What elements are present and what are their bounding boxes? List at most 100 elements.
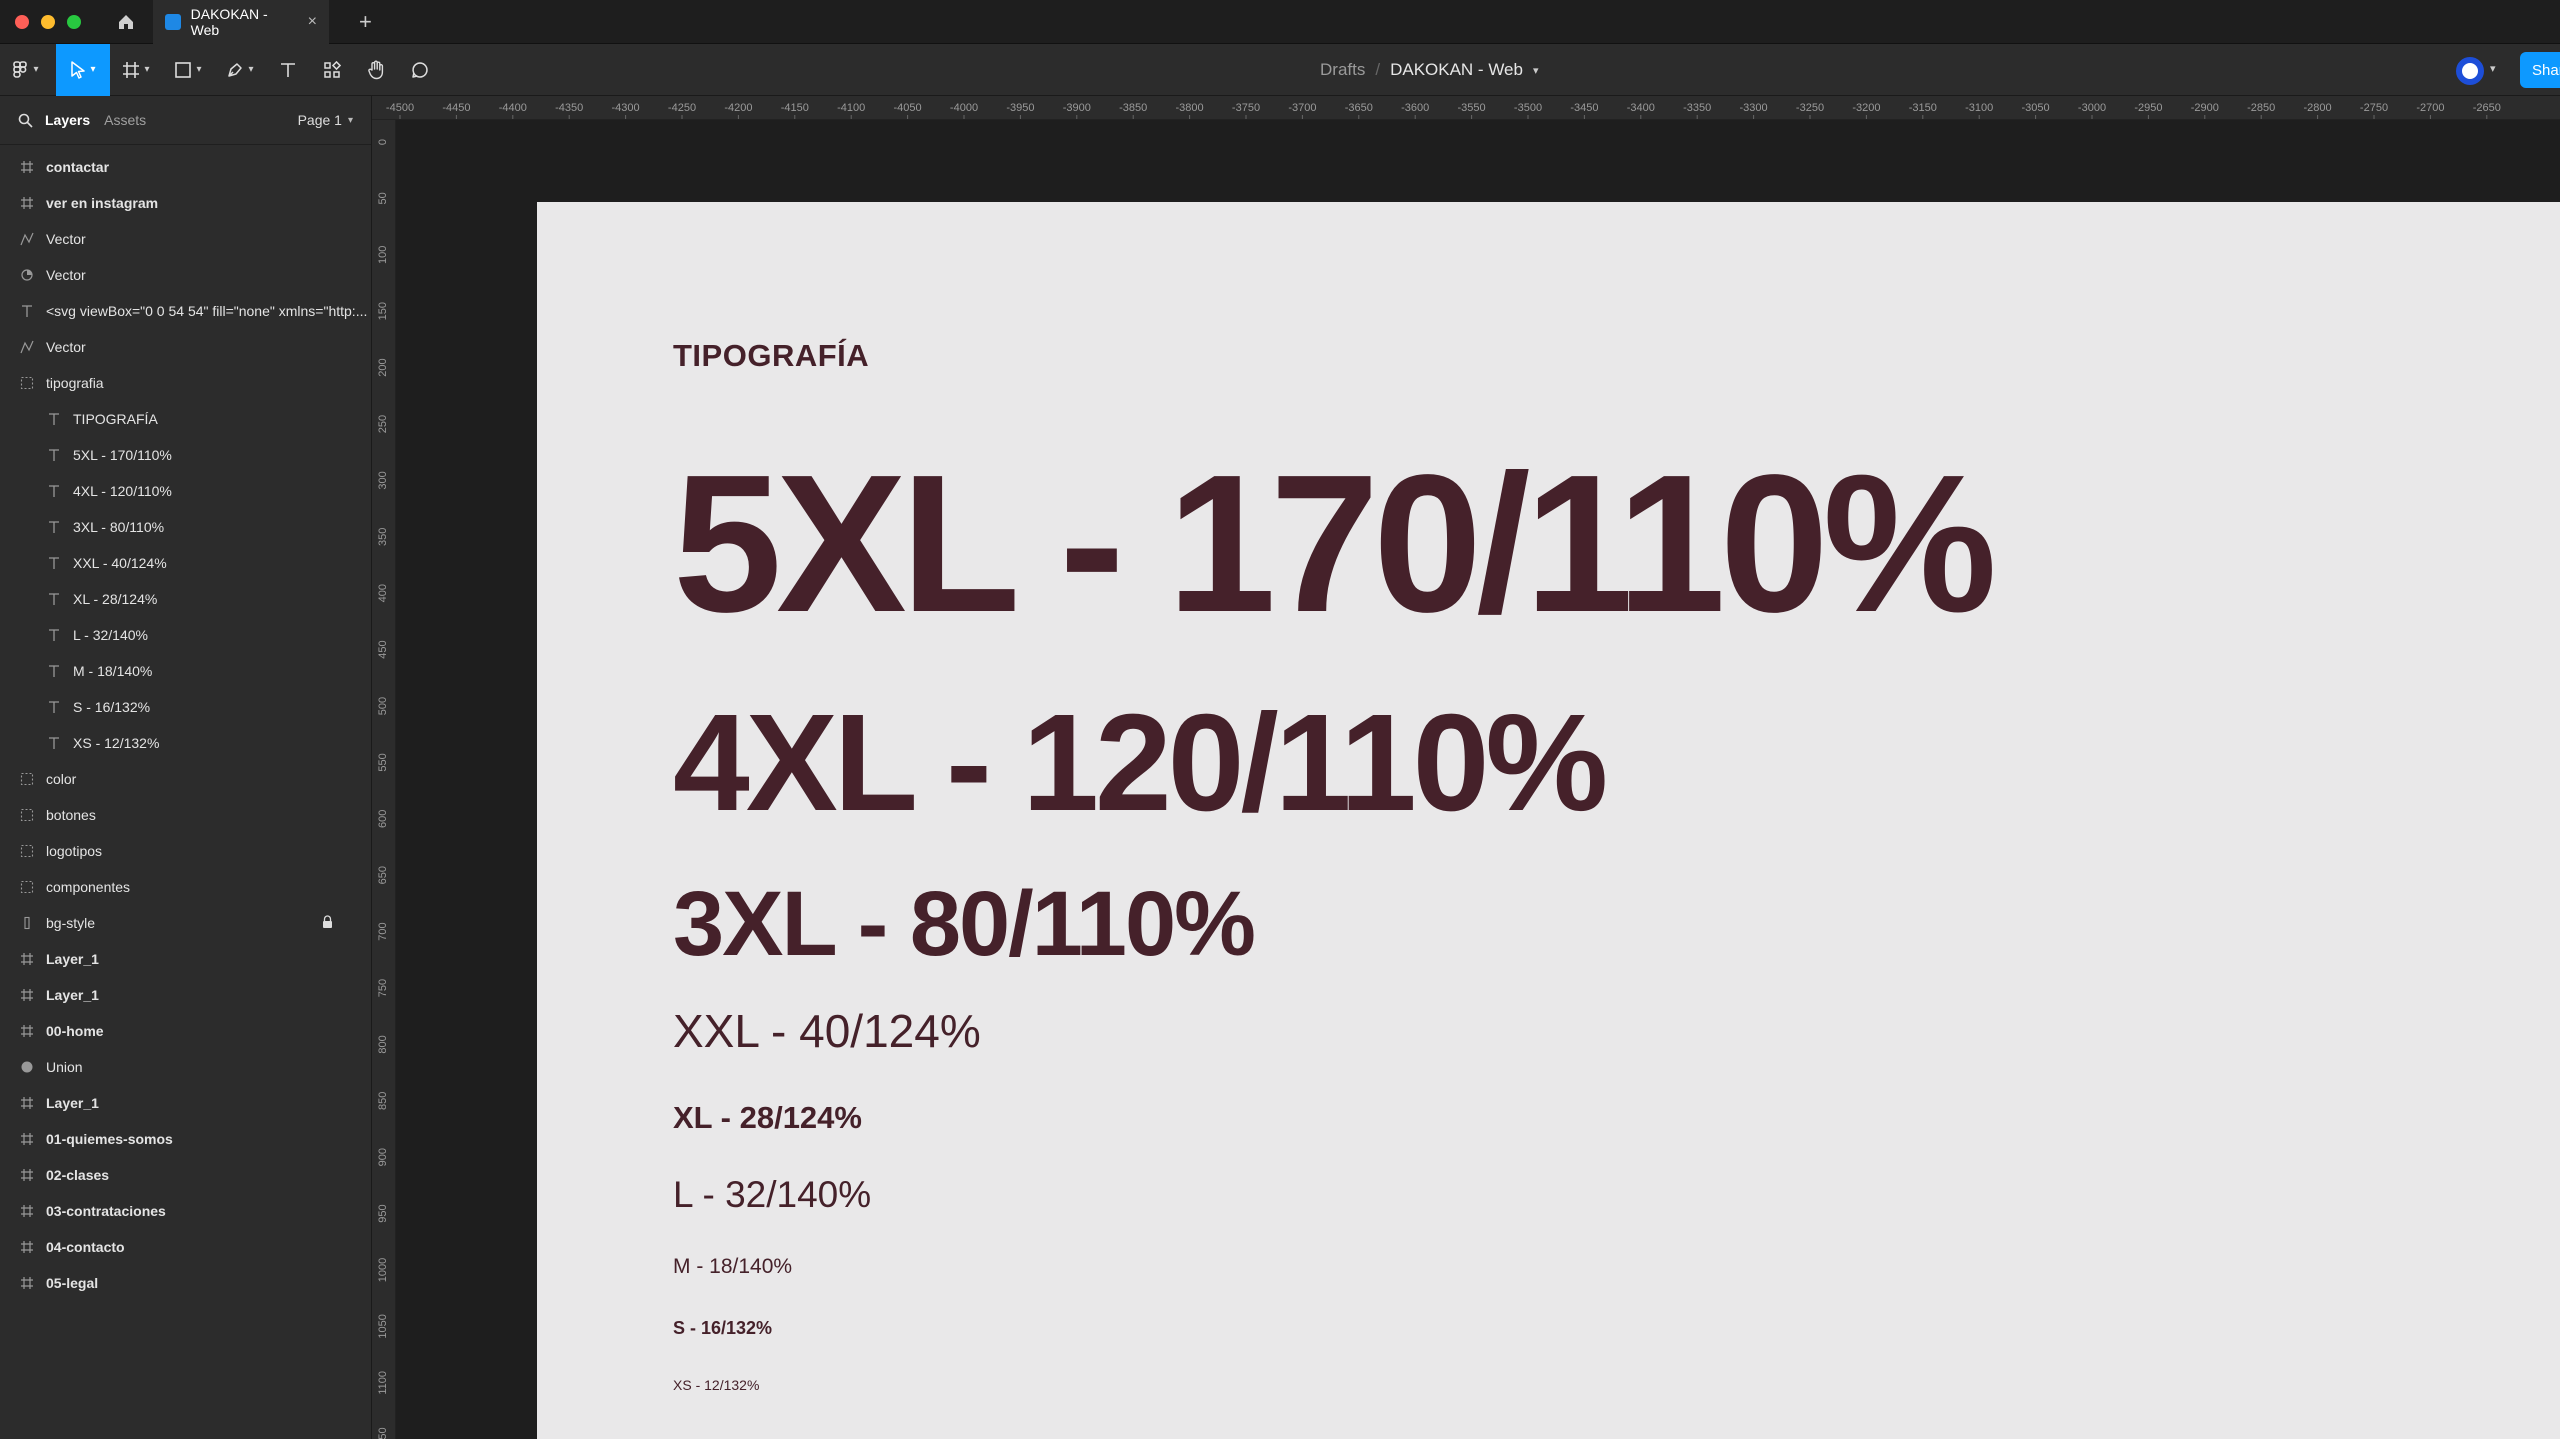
close-window-button[interactable] [15,14,29,29]
chevron-down-icon: ▾ [144,64,150,75]
layers-panel-header: Layers Assets Page 1 ▾ [0,96,371,144]
tab-layers[interactable]: Layers [45,112,90,128]
ruler-tick-label: 600 [377,810,389,828]
layer-row[interactable]: XS - 12/132% [0,725,371,761]
lock-icon[interactable] [322,915,333,932]
layer-label: componentes [46,879,131,895]
share-button[interactable]: Share [2520,52,2560,88]
new-tab-button[interactable]: + [359,9,372,35]
layer-row[interactable]: 02-clases [0,1157,371,1193]
layer-row[interactable]: 01-quiemes-somos [0,1121,371,1157]
layer-row[interactable]: M - 18/140% [0,653,371,689]
breadcrumb: Drafts / DAKOKAN - Web ▾ [1320,44,1539,96]
layer-row[interactable]: L - 32/140% [0,617,371,653]
layer-row[interactable]: Vector [0,221,371,257]
layer-row[interactable]: color [0,761,371,797]
layer-row[interactable]: Layer_1 [0,977,371,1013]
layer-row[interactable]: componentes [0,869,371,905]
file-tab[interactable]: DAKOKAN - Web × [153,0,329,44]
hand-tool-button[interactable] [354,44,398,96]
section-icon [18,878,36,896]
browser-tab-bar: DAKOKAN - Web × + [0,0,2560,44]
layer-row[interactable]: Layer_1 [0,941,371,977]
layer-row[interactable]: Vector [0,257,371,293]
ruler-tick-label: 700 [377,922,389,940]
layer-row[interactable]: XL - 28/124% [0,581,371,617]
ruler-tick-label: 1150 [377,1427,389,1439]
layer-row[interactable]: 4XL - 120/110% [0,473,371,509]
layer-label: 4XL - 120/110% [73,483,172,499]
tab-assets[interactable]: Assets [104,112,146,128]
avatar[interactable] [2456,57,2484,85]
type-sample-m[interactable]: M - 18/140% [673,1256,792,1277]
layer-label: 03-contrataciones [46,1203,166,1219]
page-selector[interactable]: Page 1 ▾ [298,112,353,128]
type-sample-xs[interactable]: XS - 12/132% [673,1378,759,1392]
layer-label: 02-clases [46,1167,110,1183]
ruler-tick-label: -3350 [1683,102,1711,114]
layer-label: ver en instagram [46,195,159,211]
hand-icon [368,60,384,79]
layer-label: 05-legal [46,1275,99,1291]
layer-row[interactable]: 05-legal [0,1265,371,1301]
layer-row[interactable]: ver en instagram [0,185,371,221]
minimize-window-button[interactable] [41,14,55,29]
design-canvas[interactable]: TIPOGRAFÍA 5XL - 170/110% 4XL - 120/110%… [396,120,2560,1439]
layer-row[interactable]: 03-contrataciones [0,1193,371,1229]
shape-tool-button[interactable]: ▾ [162,44,214,96]
layer-row[interactable]: 5XL - 170/110% [0,437,371,473]
section-icon [18,770,36,788]
layer-row[interactable]: 04-contacto [0,1229,371,1265]
ruler-tick-label: -3600 [1401,102,1429,114]
layer-row[interactable]: logotipos [0,833,371,869]
layer-row[interactable]: contactar [0,149,371,185]
type-sample-4xl[interactable]: 4XL - 120/110% [673,694,1608,832]
text-icon [45,590,63,608]
type-sample-s[interactable]: S - 16/132% [673,1319,772,1337]
frame-tool-button[interactable]: ▾ [110,44,162,96]
type-sample-l[interactable]: L - 32/140% [673,1176,871,1213]
resources-tool-button[interactable] [310,44,354,96]
layer-row[interactable]: bg-style [0,905,371,941]
vector-circle-icon [18,266,36,284]
text-icon [45,698,63,716]
layer-label: XS - 12/132% [73,735,160,751]
layer-row[interactable]: XXL - 40/124% [0,545,371,581]
ruler-tick-label: 500 [377,697,389,715]
type-sample-xxl[interactable]: XXL - 40/124% [673,1008,981,1054]
search-icon[interactable] [18,113,33,128]
type-sample-3xl[interactable]: 3XL - 80/110% [673,878,1256,970]
layer-row[interactable]: Vector [0,329,371,365]
home-icon[interactable] [115,11,137,33]
text-tool-button[interactable] [266,44,310,96]
pen-tool-button[interactable]: ▾ [214,44,266,96]
type-sample-5xl[interactable]: 5XL - 170/110% [673,446,1997,642]
chevron-down-icon: ▾ [196,64,202,75]
layer-row[interactable]: S - 16/132% [0,689,371,725]
ruler-tick-label: 150 [377,302,389,320]
zoom-window-button[interactable] [67,14,81,29]
chevron-down-icon[interactable]: ▾ [1533,64,1539,77]
layer-row[interactable]: Layer_1 [0,1085,371,1121]
chevron-down-icon[interactable]: ▾ [2490,62,2496,75]
layer-row[interactable]: 00-home [0,1013,371,1049]
layer-row[interactable]: Union [0,1049,371,1085]
type-sample-xl[interactable]: XL - 28/124% [673,1102,862,1133]
layer-label: contactar [46,159,110,175]
move-tool-button[interactable]: ▾ [56,43,110,96]
comment-tool-button[interactable] [398,44,442,96]
layer-row[interactable]: TIPOGRAFÍA [0,401,371,437]
file-name[interactable]: DAKOKAN - Web [1390,60,1523,80]
close-tab-icon[interactable]: × [308,13,317,31]
breadcrumb-drafts[interactable]: Drafts [1320,60,1365,80]
typography-title[interactable]: TIPOGRAFÍA [673,338,869,374]
chevron-down-icon: ▾ [347,114,353,126]
layer-row[interactable]: 3XL - 80/110% [0,509,371,545]
layer-row[interactable]: tipografia [0,365,371,401]
main-menu-button[interactable]: ▾ [0,44,52,96]
layer-row[interactable]: botones [0,797,371,833]
tipografia-frame[interactable]: TIPOGRAFÍA 5XL - 170/110% 4XL - 120/110%… [537,202,2560,1439]
layer-row[interactable]: <svg viewBox="0 0 54 54" fill="none" xml… [0,293,371,329]
text-icon [45,662,63,680]
ruler-tick-label: -3500 [1514,102,1542,114]
